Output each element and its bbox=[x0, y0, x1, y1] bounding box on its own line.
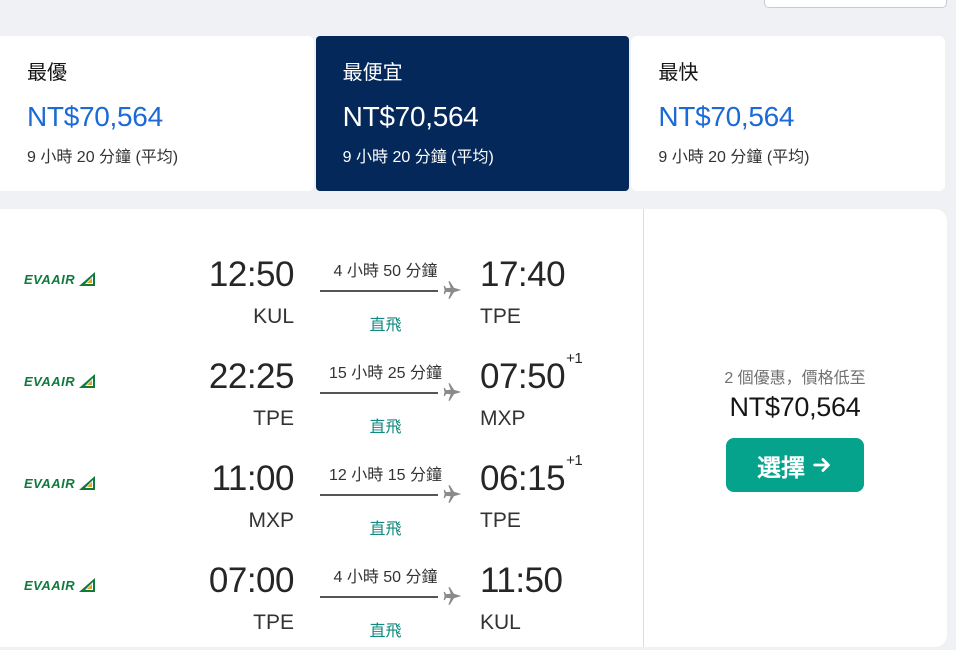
arrival-time-value: 17:40 bbox=[480, 255, 566, 294]
arrival-airport: TPE bbox=[480, 509, 521, 532]
route-line bbox=[320, 392, 438, 394]
airline-name: EVAAIR bbox=[24, 373, 76, 389]
flight-leg: EVAAIR 12:50 KUL 4 小時 50 分鐘 直飛 17:40 TPE bbox=[0, 227, 640, 334]
arrival-time-value: 07:50 bbox=[480, 357, 566, 396]
departure-airport: TPE bbox=[253, 611, 294, 634]
departure-airport: KUL bbox=[253, 305, 294, 328]
flight-duration: 4 小時 50 分鐘 bbox=[333, 569, 438, 586]
tab-label: 最便宜 bbox=[342, 62, 403, 84]
arrival-time: 06:15+1 bbox=[480, 452, 583, 499]
offer-count: 2 個優惠，價格低至 bbox=[724, 370, 866, 387]
flight-leg: EVAAIR 22:25 TPE 15 小時 25 分鐘 直飛 07:50+1 … bbox=[0, 329, 640, 436]
departure-time: 11:00 bbox=[211, 459, 295, 498]
card-divider bbox=[643, 209, 644, 647]
eva-air-logo-icon bbox=[79, 476, 96, 490]
select-button[interactable]: 選擇 bbox=[726, 438, 864, 492]
route-line bbox=[320, 596, 438, 598]
arrival-airport: KUL bbox=[480, 611, 521, 634]
departure-time: 07:00 bbox=[208, 561, 295, 600]
tab-label: 最優 bbox=[27, 62, 67, 84]
airline-name: EVAAIR bbox=[24, 271, 76, 287]
sort-dropdown[interactable] bbox=[764, 0, 947, 8]
tab-price: NT$70,564 bbox=[658, 101, 795, 132]
tab-price: NT$70,564 bbox=[27, 101, 163, 132]
airline-name: EVAAIR bbox=[24, 475, 76, 491]
departure-airport: TPE bbox=[253, 407, 294, 430]
arrival-time-value: 11:50 bbox=[480, 561, 563, 600]
arrival-time: 11:50 bbox=[480, 561, 564, 601]
eva-air-logo-icon bbox=[79, 272, 96, 286]
tab-best[interactable]: 最優 NT$70,564 9 小時 20 分鐘 (平均) bbox=[0, 36, 314, 191]
tab-duration: 9 小時 20 分鐘 (平均) bbox=[27, 149, 179, 166]
route-line bbox=[320, 290, 438, 292]
flight-leg: EVAAIR 07:00 TPE 4 小時 50 分鐘 直飛 11:50 KUL bbox=[0, 533, 640, 640]
route-line bbox=[320, 494, 438, 496]
airline-logo: EVAAIR bbox=[24, 271, 97, 287]
select-button-label: 選擇 bbox=[757, 453, 805, 482]
airline-name: EVAAIR bbox=[24, 577, 76, 593]
arrival-time: 17:40 bbox=[480, 255, 566, 295]
plane-icon bbox=[443, 587, 462, 605]
airline-logo: EVAAIR bbox=[24, 373, 97, 389]
tab-cheapest[interactable]: 最便宜 NT$70,564 9 小時 20 分鐘 (平均) bbox=[315, 36, 630, 191]
flight-duration: 15 小時 25 分鐘 bbox=[329, 365, 442, 382]
arrival-time: 07:50+1 bbox=[480, 350, 583, 397]
arrival-airport: MXP bbox=[480, 407, 526, 430]
arrival-day-offset: +1 bbox=[566, 452, 583, 470]
tab-price: NT$70,564 bbox=[342, 101, 479, 132]
departure-airport: MXP bbox=[248, 509, 294, 532]
arrow-right-icon bbox=[813, 458, 830, 472]
plane-icon bbox=[443, 383, 462, 401]
departure-time: 22:25 bbox=[208, 357, 295, 396]
tab-duration: 9 小時 20 分鐘 (平均) bbox=[658, 149, 810, 166]
plane-icon bbox=[443, 485, 462, 503]
flight-duration: 12 小時 15 分鐘 bbox=[329, 467, 442, 484]
arrival-day-offset: +1 bbox=[566, 350, 583, 368]
departure-time: 12:50 bbox=[208, 255, 295, 294]
tab-duration: 9 小時 20 分鐘 (平均) bbox=[342, 149, 494, 166]
flight-duration: 4 小時 50 分鐘 bbox=[333, 263, 438, 280]
eva-air-logo-icon bbox=[79, 374, 96, 388]
stops-label: 直飛 bbox=[369, 623, 402, 640]
arrival-time-value: 06:15 bbox=[480, 459, 566, 498]
offer-price: NT$70,564 bbox=[729, 392, 861, 422]
arrival-airport: TPE bbox=[480, 305, 521, 328]
tab-fastest[interactable]: 最快 NT$70,564 9 小時 20 分鐘 (平均) bbox=[631, 36, 946, 191]
eva-air-logo-icon bbox=[79, 578, 96, 592]
flight-leg: EVAAIR 11:00 MXP 12 小時 15 分鐘 直飛 06:15+1 … bbox=[0, 431, 640, 538]
tab-label: 最快 bbox=[658, 62, 699, 84]
flight-result-card[interactable]: EVAAIR 12:50 KUL 4 小時 50 分鐘 直飛 17:40 TPE… bbox=[0, 209, 947, 647]
plane-icon bbox=[443, 281, 462, 299]
airline-logo: EVAAIR bbox=[24, 577, 97, 593]
sort-tabs: 最優 NT$70,564 9 小時 20 分鐘 (平均) 最便宜 NT$70,5… bbox=[0, 36, 946, 191]
airline-logo: EVAAIR bbox=[24, 475, 97, 491]
